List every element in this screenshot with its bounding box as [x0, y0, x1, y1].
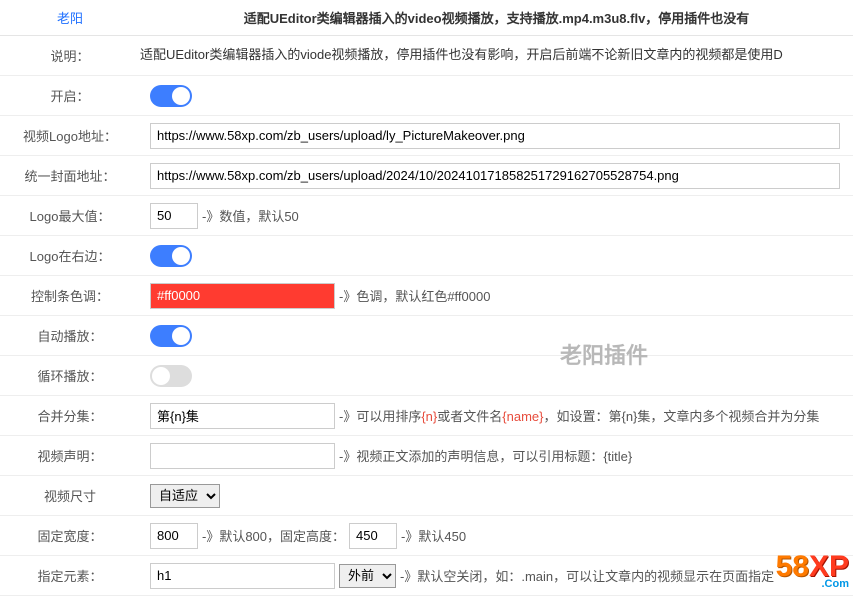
- hint-control-color: -》色调，默认红色#ff0000: [339, 286, 490, 305]
- label-logo-max: Logo最大值：: [0, 196, 140, 235]
- label-autoplay: 自动播放：: [0, 316, 140, 355]
- label-loop: 循环播放：: [0, 356, 140, 395]
- label-cover-url: 统一封面地址：: [0, 156, 140, 195]
- toggle-loop[interactable]: [150, 365, 192, 387]
- label-logo-right: Logo在右边：: [0, 236, 140, 275]
- hint-target: -》默认空关闭，如：.main，可以让文章内的视频显示在页面指定: [400, 566, 774, 585]
- label-logo-url: 视频Logo地址：: [0, 116, 140, 155]
- input-logo-max[interactable]: [150, 203, 198, 229]
- label-control-color: 控制条色调：: [0, 276, 140, 315]
- label-enable: 开启：: [0, 76, 140, 115]
- hint-merge-ep: -》可以用排序{n}或者文件名{name}，如设置：第{n}集，文章内多个视频合…: [339, 406, 819, 425]
- author-name: 老阳: [0, 0, 140, 35]
- label-merge-ep: 合并分集：: [0, 396, 140, 435]
- hint-fixed-height: -》默认450: [401, 526, 466, 545]
- hint-logo-max: -》数值，默认50: [202, 206, 299, 225]
- input-logo-url[interactable]: [150, 123, 840, 149]
- hint-fixed-width: -》默认800，固定高度：: [202, 526, 345, 545]
- hint-statement: -》视频正文添加的声明信息，可以引用标题：{title}: [339, 446, 632, 465]
- label-target: 指定元素：: [0, 556, 140, 595]
- label-desc: 说明：: [0, 36, 140, 75]
- desc-text: 适配UEditor类编辑器插入的viode视频播放，停用插件也没有影响，开启后前…: [140, 37, 853, 74]
- input-fixed-width[interactable]: [150, 523, 198, 549]
- page-title: 适配UEditor类编辑器插入的video视频播放，支持播放.mp4.m3u8.…: [140, 0, 853, 35]
- label-statement: 视频声明：: [0, 436, 140, 475]
- toggle-autoplay[interactable]: [150, 325, 192, 347]
- label-fixed-width: 固定宽度：: [0, 516, 140, 555]
- input-control-color[interactable]: [150, 283, 335, 309]
- toggle-enable[interactable]: [150, 85, 192, 107]
- toggle-logo-right[interactable]: [150, 245, 192, 267]
- input-statement[interactable]: [150, 443, 335, 469]
- label-size: 视频尺寸: [0, 476, 140, 515]
- input-fixed-height[interactable]: [349, 523, 397, 549]
- select-size[interactable]: 自适应: [150, 484, 220, 508]
- input-target[interactable]: [150, 563, 335, 589]
- input-merge-ep[interactable]: [150, 403, 335, 429]
- select-target-pos[interactable]: 外前: [339, 564, 396, 588]
- input-cover-url[interactable]: [150, 163, 840, 189]
